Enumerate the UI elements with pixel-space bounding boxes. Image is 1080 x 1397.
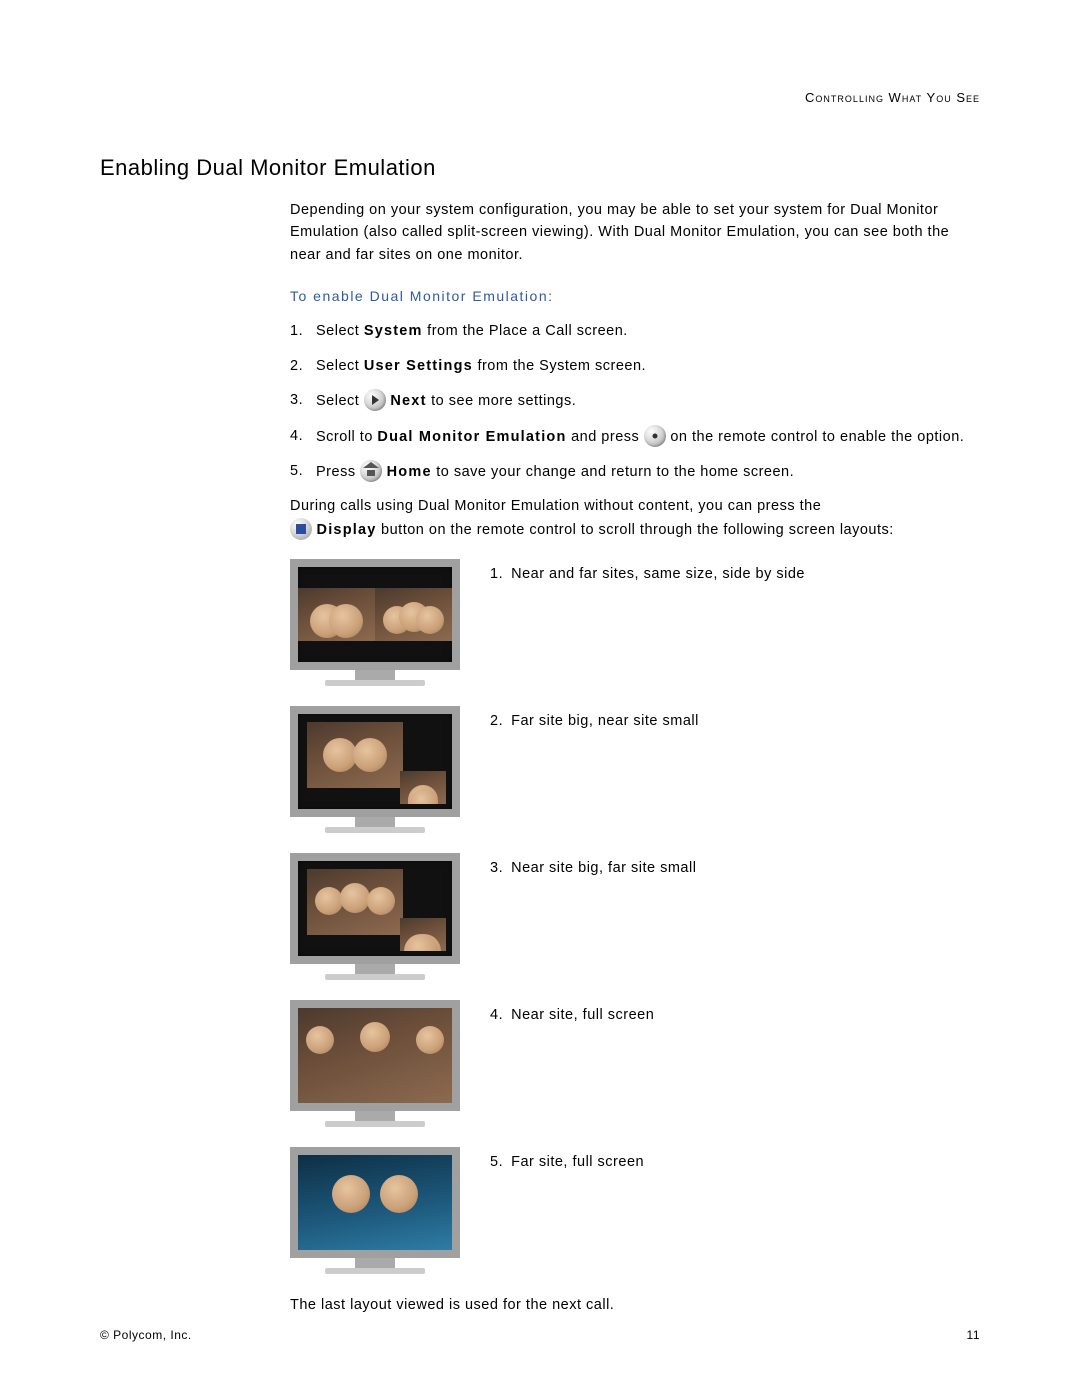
home-icon xyxy=(360,460,382,482)
select-dot-icon xyxy=(644,425,666,447)
layout-5-row: 5.Far site, full screen xyxy=(290,1147,980,1274)
layout-1-row: 1.Near and far sites, same size, side by… xyxy=(290,559,980,686)
running-header: Controlling What You See xyxy=(100,90,980,105)
layout-5-monitor xyxy=(290,1147,460,1274)
procedure-heading: To enable Dual Monitor Emulation: xyxy=(290,286,980,308)
step-5: 5. Press Home to save your change and re… xyxy=(290,460,980,483)
layout-4-monitor xyxy=(290,1000,460,1127)
step-2: 2. Select User Settings from the System … xyxy=(290,355,980,377)
layout-4-desc: 4.Near site, full screen xyxy=(490,1000,980,1026)
step-4: 4. Scroll to Dual Monitor Emulation and … xyxy=(290,425,980,448)
layout-3-row: 3.Near site big, far site small xyxy=(290,853,980,980)
footer-page-number: 11 xyxy=(967,1328,980,1342)
layout-2-desc: 2.Far site big, near site small xyxy=(490,706,980,732)
closing-line: The last layout viewed is used for the n… xyxy=(290,1294,980,1316)
intro-paragraph: Depending on your system configuration, … xyxy=(290,199,980,266)
procedure-steps: 1. Select System from the Place a Call s… xyxy=(290,320,980,483)
layout-2-monitor xyxy=(290,706,460,833)
content-block: Depending on your system configuration, … xyxy=(290,199,980,1317)
display-button-icon xyxy=(290,518,312,540)
page-footer: © Polycom, Inc. 11 xyxy=(100,1328,980,1342)
next-arrow-icon xyxy=(364,389,386,411)
layout-3-desc: 3.Near site big, far site small xyxy=(490,853,980,879)
layout-5-desc: 5.Far site, full screen xyxy=(490,1147,980,1173)
footer-copyright: © Polycom, Inc. xyxy=(100,1328,192,1342)
page: Controlling What You See Enabling Dual M… xyxy=(0,0,1080,1397)
layout-4-row: 4.Near site, full screen xyxy=(290,1000,980,1127)
layout-1-monitor xyxy=(290,559,460,686)
layout-3-monitor xyxy=(290,853,460,980)
step-3: 3. Select Next to see more settings. xyxy=(290,389,980,412)
trailing-paragraph: During calls using Dual Monitor Emulatio… xyxy=(290,495,980,541)
step-1: 1. Select System from the Place a Call s… xyxy=(290,320,980,342)
layout-2-row: 2.Far site big, near site small xyxy=(290,706,980,833)
layout-1-desc: 1.Near and far sites, same size, side by… xyxy=(490,559,980,585)
section-title: Enabling Dual Monitor Emulation xyxy=(100,155,980,181)
